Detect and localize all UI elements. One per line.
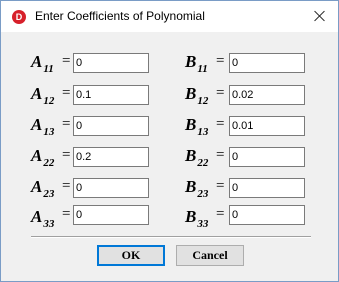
input-b11[interactable]: 0	[229, 53, 305, 73]
app-logo-icon: D	[12, 10, 26, 24]
input-b12[interactable]: 0.02	[229, 85, 305, 105]
equals-b33: =	[216, 206, 225, 222]
input-a13[interactable]: 0	[73, 116, 149, 136]
label-b13: B13	[185, 115, 209, 138]
input-a23[interactable]: 0	[73, 178, 149, 198]
input-b33[interactable]: 0	[229, 205, 305, 225]
dialog-window: D Enter Coefficients of Polynomial A11 =…	[0, 0, 339, 282]
input-a11[interactable]: 0	[73, 53, 149, 73]
input-b13[interactable]: 0.01	[229, 116, 305, 136]
equals-a33: =	[62, 206, 71, 222]
label-a11: A11	[31, 52, 54, 75]
input-a33[interactable]: 0	[73, 205, 149, 225]
separator-line	[31, 236, 311, 238]
input-b22[interactable]: 0	[229, 147, 305, 167]
label-a13: A13	[31, 115, 55, 138]
label-b22: B22	[185, 146, 209, 169]
dialog-title: Enter Coefficients of Polynomial	[35, 9, 205, 23]
label-a22: A22	[31, 146, 55, 169]
equals-a13: =	[62, 116, 71, 132]
label-b11: B11	[185, 52, 208, 75]
label-a12: A12	[31, 84, 55, 107]
label-b23: B23	[185, 177, 209, 200]
equals-b23: =	[216, 178, 225, 194]
close-icon[interactable]	[308, 5, 332, 27]
equals-a12: =	[62, 85, 71, 101]
label-a33: A33	[31, 207, 55, 230]
cancel-button[interactable]: Cancel	[176, 245, 244, 266]
equals-a11: =	[62, 53, 71, 69]
equals-b13: =	[216, 116, 225, 132]
equals-b11: =	[216, 53, 225, 69]
title-bar[interactable]: D Enter Coefficients of Polynomial	[1, 1, 338, 32]
equals-b22: =	[216, 147, 225, 163]
ok-button[interactable]: OK	[97, 245, 165, 266]
equals-b12: =	[216, 85, 225, 101]
label-b12: B12	[185, 84, 209, 107]
label-b33: B33	[185, 207, 209, 230]
input-a12[interactable]: 0.1	[73, 85, 149, 105]
label-a23: A23	[31, 177, 55, 200]
dialog-body: A11 = 0 B11 = 0 A12 = 0.1 B12 = 0.02 A13…	[1, 32, 338, 281]
equals-a22: =	[62, 147, 71, 163]
input-a22[interactable]: 0.2	[73, 147, 149, 167]
equals-a23: =	[62, 178, 71, 194]
input-b23[interactable]: 0	[229, 178, 305, 198]
